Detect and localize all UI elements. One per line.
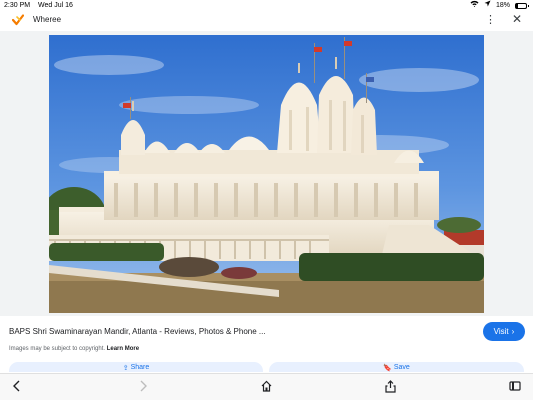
action-row: ⇪ Share 🔖 Save [0,362,533,372]
forward-arrow-icon[interactable] [138,380,148,395]
bookmark-icon: 🔖 [383,365,392,372]
save-chip[interactable]: 🔖 Save [269,362,524,372]
save-chip-label: Save [393,364,410,371]
bottom-toolbar [0,373,533,400]
share-chip-label: Share [130,364,150,371]
copyright-text: Images may be subject to copyright. [9,346,106,352]
status-right: 18% [470,0,529,11]
share-icon[interactable] [385,380,396,396]
more-vert-icon[interactable]: ⋮ [485,13,496,27]
temple-photo[interactable] [49,35,484,313]
visit-label: Visit [493,327,509,336]
copyright-notice: Images may be subject to copyright. Lear… [9,346,139,352]
battery-icon [515,2,529,9]
wheree-logo-icon [10,12,26,28]
battery-level [516,3,518,8]
visit-button[interactable]: Visit › [483,322,525,341]
wifi-icon [470,0,479,11]
home-icon[interactable] [261,380,272,395]
chevron-right-icon: › [511,327,515,336]
image-viewer [0,31,533,316]
battery-percent: 18% [495,2,510,9]
close-icon[interactable]: ✕ [512,12,522,26]
app-title: Wheree [33,15,62,24]
share-chip-icon: ⇪ [122,365,129,372]
status-left: 2:30 PM Wed Jul 16 [4,0,79,11]
app-header: Wheree ⋮ ✕ [0,11,533,31]
status-time: 2:30 PM [4,2,31,9]
share-chip[interactable]: ⇪ Share [9,362,263,372]
location-arrow-icon [484,0,491,11]
learn-more-link[interactable]: Learn More [107,346,139,352]
tabs-icon[interactable] [509,380,521,395]
status-date: Wed Jul 16 [38,2,73,9]
back-arrow-icon[interactable] [12,380,22,395]
result-title[interactable]: BAPS Shri Swaminarayan Mandir, Atlanta -… [9,327,429,337]
status-bar: 2:30 PM Wed Jul 16 18% [0,0,533,11]
